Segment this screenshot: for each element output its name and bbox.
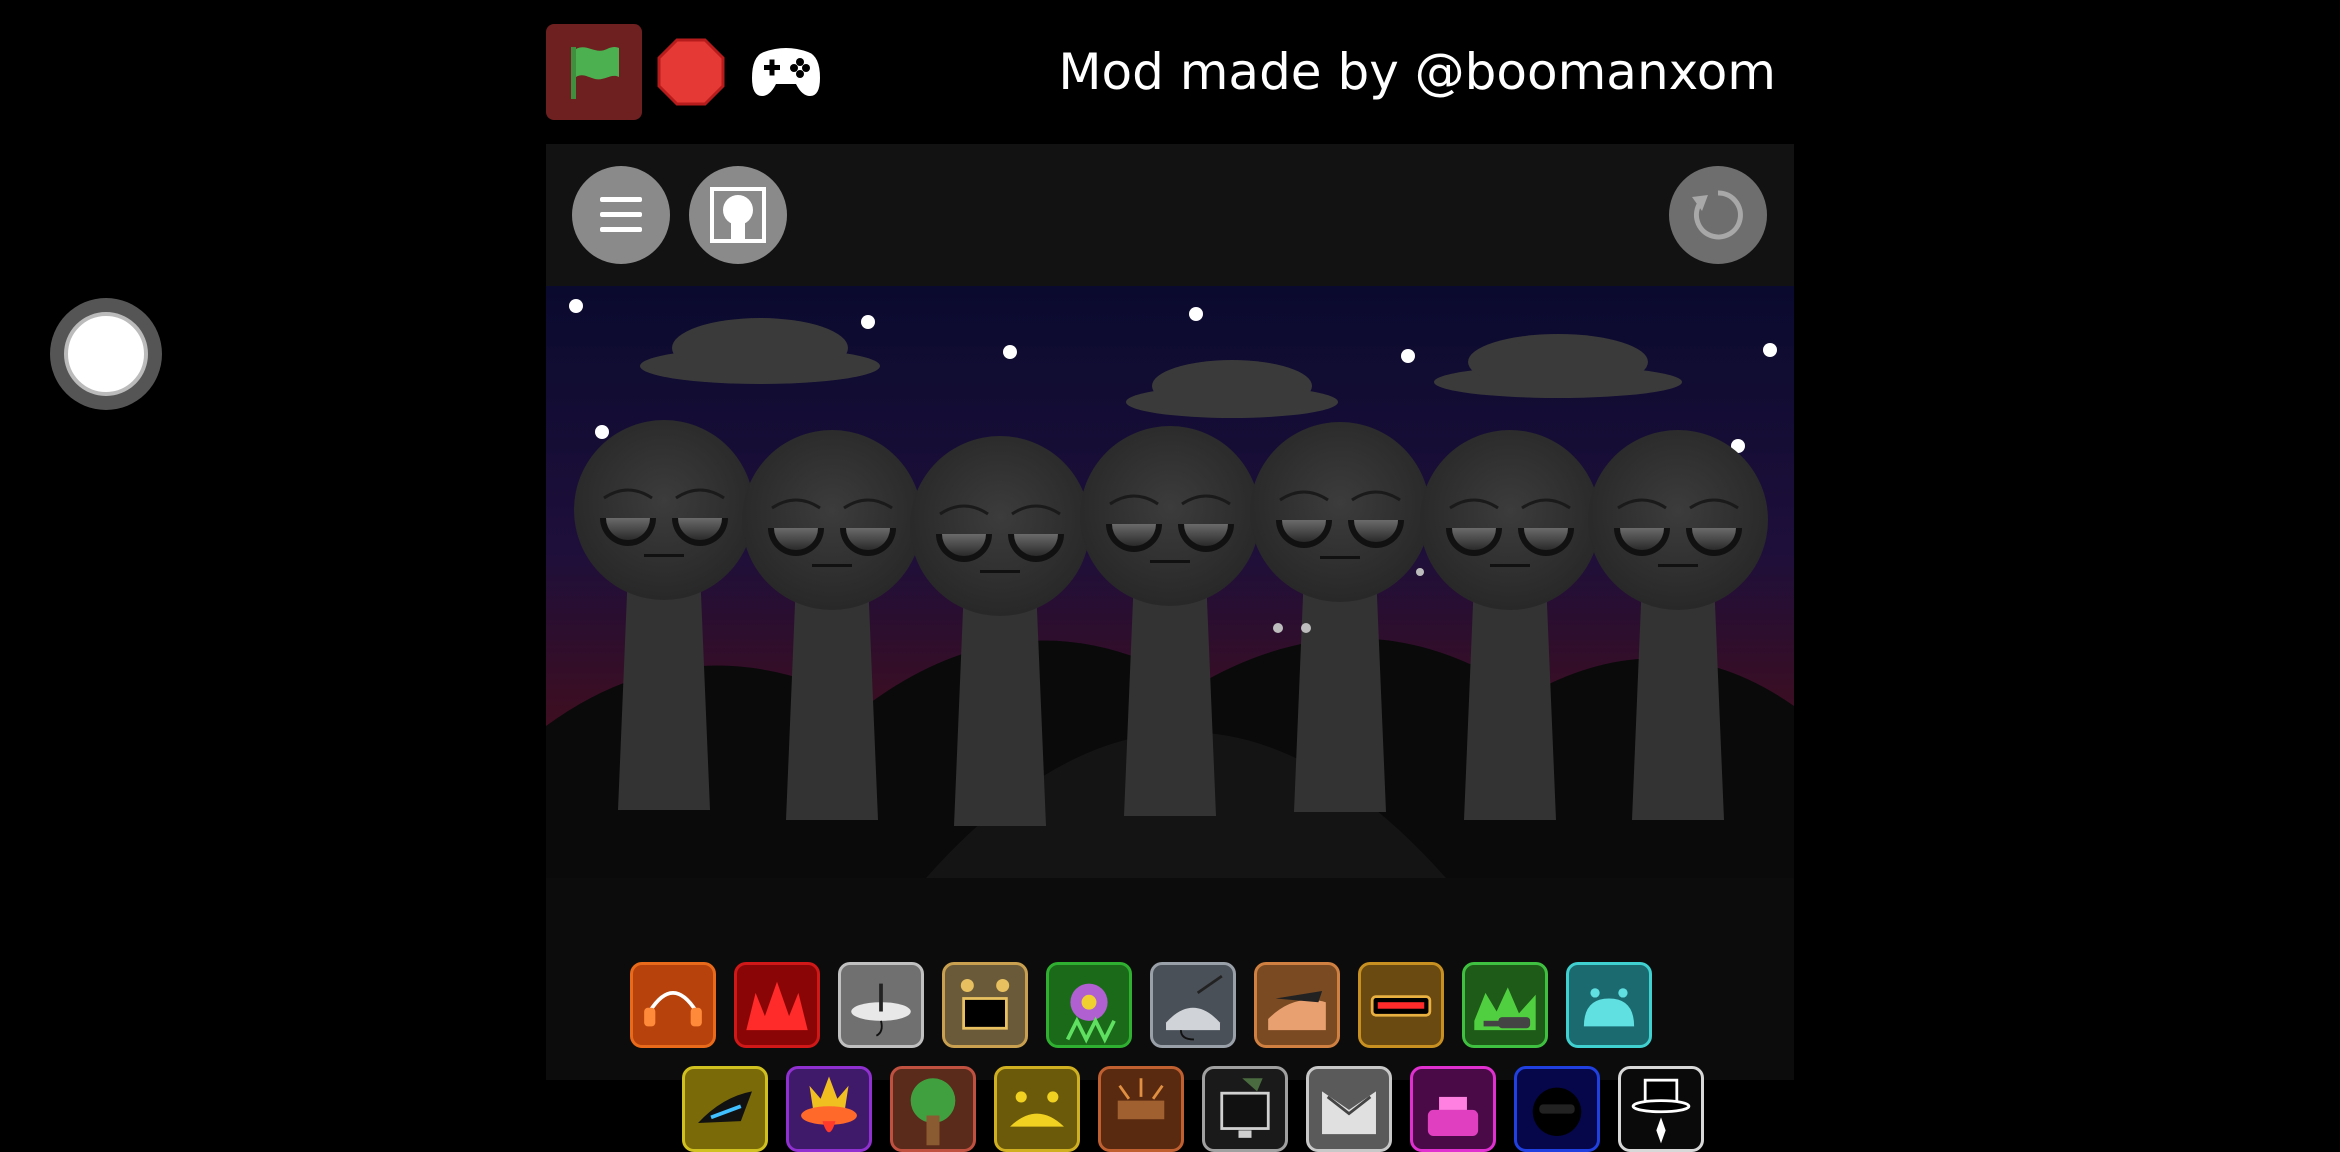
brown-tree-icon bbox=[910, 1078, 956, 1146]
sound-palette bbox=[546, 820, 1794, 1152]
sound-icon-orange-headphones[interactable] bbox=[630, 962, 716, 1048]
sound-icon-purple-flame[interactable] bbox=[786, 1066, 872, 1152]
mod-credit-label: Mod made by @boomanxom bbox=[1058, 43, 1776, 101]
silver-disc-icon bbox=[851, 983, 911, 1037]
floating-button-knob bbox=[64, 312, 148, 396]
green-flower-icon bbox=[1065, 983, 1116, 1044]
tv-gray-icon bbox=[1220, 1078, 1270, 1138]
reset-button[interactable] bbox=[1669, 166, 1767, 264]
orange-headphones-icon bbox=[644, 991, 702, 1027]
white-tophat-icon bbox=[1631, 1078, 1691, 1144]
gold-visor-icon bbox=[1370, 995, 1432, 1017]
gold-monitor-icon bbox=[960, 978, 1010, 1030]
sound-icon-red-spikes[interactable] bbox=[734, 962, 820, 1048]
sound-icon-gold-visor[interactable] bbox=[1358, 962, 1444, 1048]
sound-icon-gold-monitor[interactable] bbox=[942, 962, 1028, 1048]
gray-cat-icon bbox=[1166, 975, 1223, 1041]
sound-icon-silver-wings[interactable] bbox=[1306, 1066, 1392, 1152]
sound-icon-blue-mask[interactable] bbox=[1514, 1066, 1600, 1152]
silver-wings-icon bbox=[1322, 1091, 1376, 1135]
sound-icon-yellow-crown[interactable] bbox=[994, 1066, 1080, 1152]
character-select-icon bbox=[710, 187, 766, 243]
character-select-button[interactable] bbox=[689, 166, 787, 264]
purple-flame-icon bbox=[801, 1076, 857, 1133]
green-flag-button[interactable] bbox=[546, 24, 642, 120]
sound-icon-silver-disc[interactable] bbox=[838, 962, 924, 1048]
sound-icon-green-gun[interactable] bbox=[1462, 962, 1548, 1048]
sound-icon-green-flower[interactable] bbox=[1046, 962, 1132, 1048]
sound-icon-white-tophat[interactable] bbox=[1618, 1066, 1704, 1152]
sound-icon-cyan-bell[interactable] bbox=[1566, 962, 1652, 1048]
sound-icon-yellow-shark[interactable] bbox=[682, 1066, 768, 1152]
sound-icon-orange-cap[interactable] bbox=[1254, 962, 1340, 1048]
green-flag-icon bbox=[571, 47, 619, 99]
yellow-crown-icon bbox=[1010, 1091, 1064, 1127]
orange-cap-icon bbox=[1268, 991, 1326, 1031]
gamepad-icon[interactable] bbox=[750, 40, 822, 104]
red-spikes-icon bbox=[746, 981, 808, 1031]
menu-button[interactable] bbox=[572, 166, 670, 264]
sound-icon-gray-cat[interactable] bbox=[1150, 962, 1236, 1048]
reset-icon bbox=[1692, 190, 1743, 240]
sound-icon-tv-gray[interactable] bbox=[1202, 1066, 1288, 1152]
game-stage bbox=[546, 144, 1794, 1152]
sound-icon-brown-tree[interactable] bbox=[890, 1066, 976, 1152]
sound-icon-bronze-sun[interactable] bbox=[1098, 1066, 1184, 1152]
sound-icon-pink-magenta[interactable] bbox=[1410, 1066, 1496, 1152]
pink-magenta-icon bbox=[1427, 1096, 1479, 1136]
hamburger-menu-icon bbox=[600, 197, 642, 232]
green-gun-icon bbox=[1474, 987, 1536, 1031]
stage-scene bbox=[546, 286, 1794, 878]
stop-sign-button[interactable] bbox=[657, 38, 725, 106]
bronze-sun-icon bbox=[1117, 1078, 1165, 1120]
cyan-bell-icon bbox=[1583, 988, 1635, 1027]
yellow-shark-icon bbox=[698, 1091, 752, 1123]
floating-assistive-button[interactable] bbox=[50, 298, 162, 410]
blue-mask-icon bbox=[1532, 1087, 1582, 1136]
stage-toolbar bbox=[546, 144, 1794, 286]
